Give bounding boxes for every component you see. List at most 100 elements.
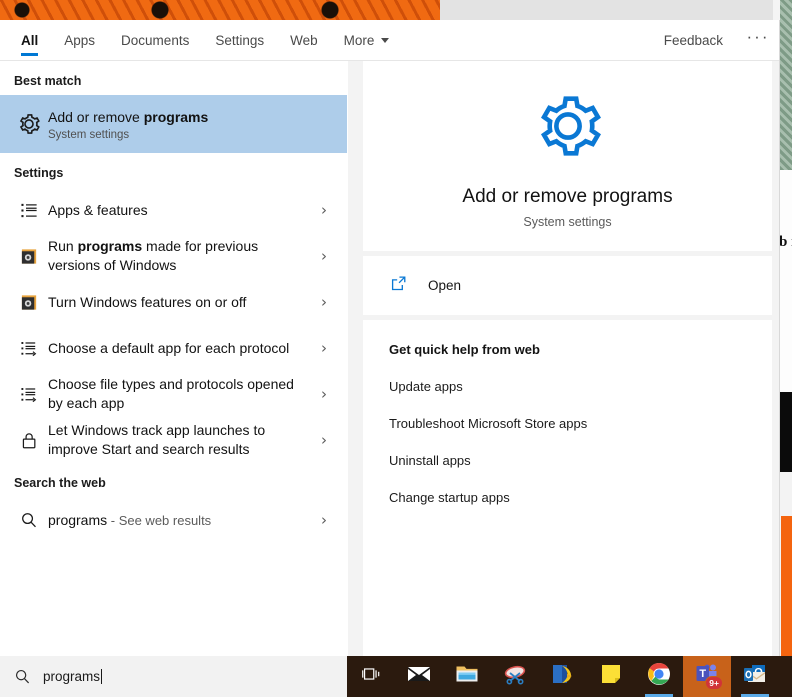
taskbar-button-microsoft-outlook[interactable]: O (731, 656, 779, 697)
settings-item-title: Let Windows track app launches to improv… (48, 421, 311, 459)
tab-apps[interactable]: Apps (51, 20, 108, 60)
search-the-web-heading: Search the web (0, 463, 347, 497)
open-action-label: Open (428, 278, 461, 293)
feedback-button[interactable]: Feedback (650, 20, 737, 60)
taskbar-button-task-view[interactable] (347, 656, 395, 697)
default-app-icon (12, 339, 46, 358)
settings-item-text: Apps & features (46, 201, 311, 220)
wallpaper-top-strip (0, 0, 440, 20)
text-cursor (101, 669, 102, 684)
taskbar-button-file-explorer[interactable] (443, 656, 491, 697)
search-tab-strip: All Apps Documents Settings Web More Fee… (0, 20, 779, 61)
help-link-troubleshoot-store-apps[interactable]: Troubleshoot Microsoft Store apps (389, 416, 772, 431)
desktop-dark-region (780, 392, 792, 472)
help-link-uninstall-apps[interactable]: Uninstall apps (389, 453, 772, 468)
default-app-icon (12, 385, 46, 404)
taskbar-button-microsoft-teams[interactable]: T 9+ (683, 656, 731, 697)
tab-more[interactable]: More (331, 20, 403, 60)
search-body: Best match Add or remove programs System… (0, 61, 779, 656)
desktop-gray-region (780, 472, 792, 516)
preview-subtitle: System settings (363, 215, 772, 229)
desktop-orange-region (781, 516, 792, 656)
best-match-text: Add or remove programs System settings (46, 108, 337, 141)
settings-item-title: Apps & features (48, 201, 311, 220)
file-explorer-icon (454, 661, 480, 692)
search-icon (14, 668, 31, 685)
quick-help-card: Get quick help from web Update apps Trou… (363, 320, 772, 656)
search-icon (12, 511, 46, 529)
task-view-icon (360, 663, 382, 690)
chevron-right-icon: › (311, 339, 337, 357)
taskbar-button-google-chrome[interactable] (635, 656, 683, 697)
chevron-right-icon: › (311, 511, 337, 529)
compat-program-icon (12, 247, 46, 266)
google-chrome-icon (646, 661, 672, 692)
chevron-right-icon: › (311, 385, 337, 403)
overflow-menu-button[interactable]: ··· (737, 20, 779, 60)
mail-icon (406, 661, 432, 692)
settings-item-title: Choose file types and protocols opened b… (48, 375, 311, 413)
tab-web[interactable]: Web (277, 20, 331, 60)
gear-icon (363, 85, 772, 172)
settings-item-apps-features[interactable]: Apps & features › (0, 187, 347, 233)
compat-program-icon (12, 293, 46, 312)
taskbar-button-sticky-notes[interactable] (587, 656, 635, 697)
settings-item-windows-features[interactable]: Turn Windows features on or off › (0, 279, 347, 325)
tab-settings[interactable]: Settings (202, 20, 277, 60)
settings-item-title: Choose a default app for each protocol (48, 339, 311, 358)
chevron-right-icon: › (311, 431, 337, 449)
results-pane: Best match Add or remove programs System… (0, 61, 348, 656)
settings-item-title: Run programs made for previous versions … (48, 237, 311, 275)
taskbar-icons: T 9+ O (347, 656, 779, 697)
best-match-title: Add or remove programs (48, 108, 337, 127)
snipping-tool-icon (502, 661, 528, 692)
preview-pane: Add or remove programs System settings O… (363, 61, 779, 656)
app-blue-yellow-icon (550, 661, 576, 692)
chevron-right-icon: › (311, 247, 337, 265)
tab-more-label: More (344, 33, 375, 48)
preview-hero-card: Add or remove programs System settings (363, 61, 772, 251)
help-link-change-startup-apps[interactable]: Change startup apps (389, 490, 772, 505)
taskbar-search-input[interactable]: programs (0, 656, 347, 697)
taskbar-button-app-blue-yellow[interactable] (539, 656, 587, 697)
preview-title: Add or remove programs (363, 186, 772, 208)
settings-item-text: Choose a default app for each protocol (46, 339, 311, 358)
tab-settings-label: Settings (215, 33, 264, 48)
open-action-button[interactable]: Open (363, 256, 772, 315)
best-match-heading: Best match (0, 61, 347, 95)
lock-icon (12, 431, 46, 450)
tab-documents[interactable]: Documents (108, 20, 202, 60)
desktop-texture-green (780, 0, 792, 170)
settings-item-text: Turn Windows features on or off (46, 293, 311, 312)
web-result-text: programs - See web results (46, 511, 311, 530)
settings-item-track-app-launches[interactable]: Let Windows track app launches to improv… (0, 417, 347, 463)
tab-web-label: Web (290, 33, 318, 48)
web-result-programs[interactable]: programs - See web results › (0, 497, 347, 543)
list-settings-icon (12, 201, 46, 220)
tab-all-label: All (21, 33, 38, 48)
help-link-update-apps[interactable]: Update apps (389, 379, 772, 394)
tab-all[interactable]: All (8, 20, 51, 60)
open-external-icon (389, 274, 408, 298)
settings-item-run-programs-compat[interactable]: Run programs made for previous versions … (0, 233, 347, 279)
taskbar-button-mail[interactable] (395, 656, 443, 697)
search-flyout: All Apps Documents Settings Web More Fee… (0, 20, 780, 656)
settings-item-file-types-protocols[interactable]: Choose file types and protocols opened b… (0, 371, 347, 417)
pane-gutter (348, 61, 363, 656)
quick-help-heading: Get quick help from web (389, 342, 772, 357)
sticky-notes-icon (599, 662, 623, 691)
desktop-window-top (440, 0, 792, 20)
settings-item-text: Let Windows track app launches to improv… (46, 421, 311, 459)
search-input-value: programs (43, 669, 100, 684)
settings-item-default-app-protocol[interactable]: Choose a default app for each protocol › (0, 325, 347, 371)
taskbar: programs (0, 656, 792, 697)
feedback-label: Feedback (664, 33, 723, 48)
microsoft-outlook-icon: O (742, 661, 768, 692)
settings-item-text: Run programs made for previous versions … (46, 237, 311, 275)
taskbar-button-snipping-tool[interactable] (491, 656, 539, 697)
tab-documents-label: Documents (121, 33, 189, 48)
chevron-right-icon: › (311, 293, 337, 311)
gear-icon (12, 111, 46, 137)
result-best-match[interactable]: Add or remove programs System settings (0, 95, 347, 153)
teams-notification-badge: 9+ (705, 676, 723, 690)
